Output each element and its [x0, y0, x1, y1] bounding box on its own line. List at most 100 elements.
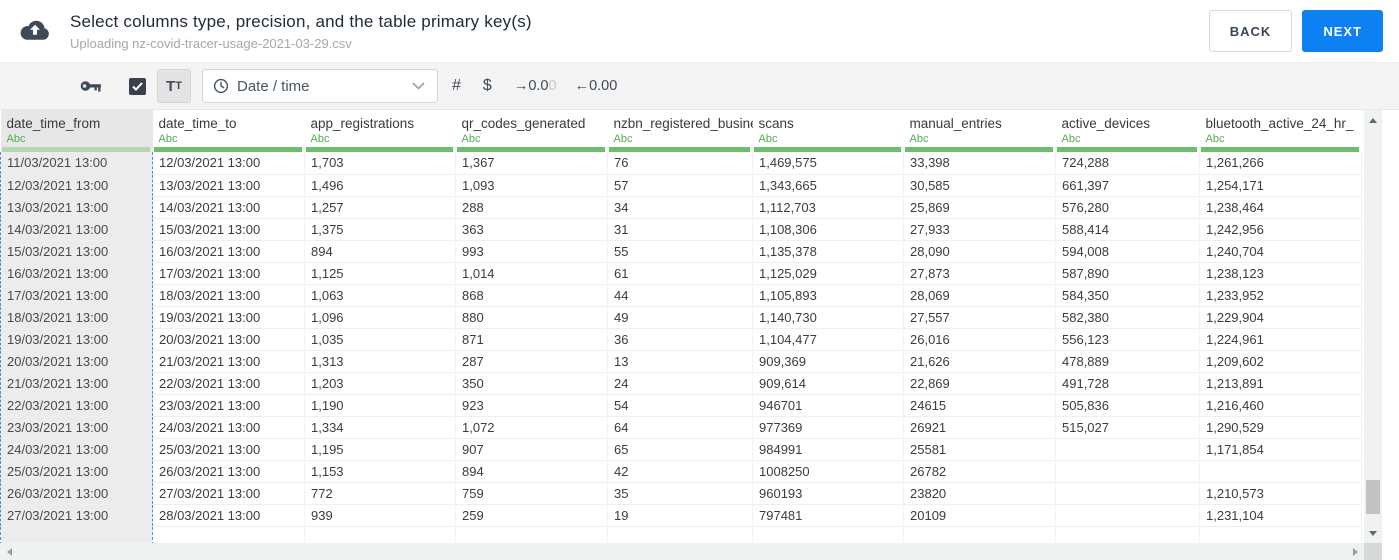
cell-date_time_from[interactable]: 21/03/2021 13:00	[0, 372, 153, 395]
cell-qr_codes_generated[interactable]: 1,014	[455, 262, 608, 285]
cell-nzbn_registered_busine[interactable]: 42	[607, 460, 753, 483]
cell-scans[interactable]: 909,369	[752, 350, 904, 373]
cell-date_time_to[interactable]: 18/03/2021 13:00	[152, 284, 305, 307]
primary-key-icon[interactable]	[80, 80, 103, 93]
cell-date_time_from[interactable]: 23/03/2021 13:00	[0, 416, 153, 439]
cell-bluetooth_active_24_hr_[interactable]: 1,238,123	[1199, 262, 1362, 285]
cell-active_devices[interactable]: 724,288	[1055, 152, 1200, 175]
column-type-dropdown[interactable]: Date / time	[202, 69, 438, 103]
cell-app_registrations[interactable]: 1,375	[304, 218, 456, 241]
cell-date_time_from[interactable]: 17/03/2021 13:00	[0, 284, 153, 307]
cell-qr_codes_generated[interactable]: 894	[455, 460, 608, 483]
scroll-right-arrow-icon[interactable]	[1347, 543, 1363, 560]
horizontal-scrollbar[interactable]	[0, 543, 1364, 560]
scroll-up-arrow-icon[interactable]	[1364, 112, 1382, 128]
cell-nzbn_registered_busine[interactable]: 49	[607, 306, 753, 329]
cell-date_time_to[interactable]: 12/03/2021 13:00	[152, 152, 305, 175]
cell-bluetooth_active_24_hr_[interactable]: 1,254,171	[1199, 174, 1362, 197]
cell-nzbn_registered_busine[interactable]: 57	[607, 174, 753, 197]
cell-app_registrations[interactable]: 1,125	[304, 262, 456, 285]
decimal-shift-left-button[interactable]: ←0.00	[575, 78, 618, 94]
cell-scans[interactable]: 977369	[752, 416, 904, 439]
cell-nzbn_registered_busine[interactable]: 44	[607, 284, 753, 307]
cell-bluetooth_active_24_hr_[interactable]: 1,231,104	[1199, 504, 1362, 527]
cell-date_time_to[interactable]: 15/03/2021 13:00	[152, 218, 305, 241]
cell-date_time_from[interactable]: 16/03/2021 13:00	[0, 262, 153, 285]
cell-manual_entries[interactable]: 20109	[903, 504, 1056, 527]
cell-date_time_to[interactable]: 13/03/2021 13:00	[152, 174, 305, 197]
number-type-button[interactable]: #	[452, 77, 461, 95]
cell-date_time_to[interactable]: 16/03/2021 13:00	[152, 240, 305, 263]
cell-nzbn_registered_busine[interactable]: 13	[607, 350, 753, 373]
cell-qr_codes_generated[interactable]: 350	[455, 372, 608, 395]
cell-scans[interactable]: 797481	[752, 504, 904, 527]
cell-date_time_from[interactable]: 19/03/2021 13:00	[0, 328, 153, 351]
cell-manual_entries[interactable]: 26782	[903, 460, 1056, 483]
cell-manual_entries[interactable]: 27,873	[903, 262, 1056, 285]
cell-bluetooth_active_24_hr_[interactable]: 1,210,573	[1199, 482, 1362, 505]
cell-manual_entries[interactable]: 27,557	[903, 306, 1056, 329]
cell-app_registrations[interactable]: 772	[304, 482, 456, 505]
cell-scans[interactable]: 1,105,893	[752, 284, 904, 307]
column-header-manual_entries[interactable]: manual_entries Abc	[904, 110, 1056, 152]
cell-qr_codes_generated[interactable]: 868	[455, 284, 608, 307]
cell-scans[interactable]: 1,112,703	[752, 196, 904, 219]
cell-manual_entries[interactable]: 21,626	[903, 350, 1056, 373]
cell-app_registrations[interactable]: 1,496	[304, 174, 456, 197]
cell-bluetooth_active_24_hr_[interactable]: 1,224,961	[1199, 328, 1362, 351]
cell-qr_codes_generated[interactable]: 1,072	[455, 416, 608, 439]
cell-date_time_from[interactable]: 18/03/2021 13:00	[0, 306, 153, 329]
cell-date_time_from[interactable]: 25/03/2021 13:00	[0, 460, 153, 483]
cell-date_time_to[interactable]: 23/03/2021 13:00	[152, 394, 305, 417]
cell-qr_codes_generated[interactable]: 1,367	[455, 152, 608, 175]
cell-active_devices[interactable]: 556,123	[1055, 328, 1200, 351]
cell-date_time_from[interactable]: 20/03/2021 13:00	[0, 350, 153, 373]
cell-date_time_to[interactable]: 24/03/2021 13:00	[152, 416, 305, 439]
cell-bluetooth_active_24_hr_[interactable]: 1,233,952	[1199, 284, 1362, 307]
cell-active_devices[interactable]: 661,397	[1055, 174, 1200, 197]
cell-date_time_from[interactable]: 14/03/2021 13:00	[0, 218, 153, 241]
cell-qr_codes_generated[interactable]: 923	[455, 394, 608, 417]
cell-nzbn_registered_busine[interactable]: 36	[607, 328, 753, 351]
cell-qr_codes_generated[interactable]: 871	[455, 328, 608, 351]
cell-manual_entries[interactable]: 26,016	[903, 328, 1056, 351]
cell-manual_entries[interactable]: 24615	[903, 394, 1056, 417]
cell-app_registrations[interactable]: 1,313	[304, 350, 456, 373]
column-header-active_devices[interactable]: active_devices Abc	[1056, 110, 1200, 152]
decimal-shift-right-button[interactable]: →0.00	[514, 78, 557, 94]
cell-date_time_to[interactable]: 22/03/2021 13:00	[152, 372, 305, 395]
cell-scans[interactable]: 1,469,575	[752, 152, 904, 175]
cell-app_registrations[interactable]: 1,035	[304, 328, 456, 351]
cell-qr_codes_generated[interactable]: 1,093	[455, 174, 608, 197]
cell-active_devices[interactable]: 478,889	[1055, 350, 1200, 373]
cell-app_registrations[interactable]: 1,334	[304, 416, 456, 439]
cell-active_devices[interactable]: 588,414	[1055, 218, 1200, 241]
cell-date_time_to[interactable]: 28/03/2021 13:00	[152, 504, 305, 527]
cell-manual_entries[interactable]: 22,869	[903, 372, 1056, 395]
cell-bluetooth_active_24_hr_[interactable]: 1,216,460	[1199, 394, 1362, 417]
cell-qr_codes_generated[interactable]: 880	[455, 306, 608, 329]
cell-active_devices[interactable]: 587,890	[1055, 262, 1200, 285]
cell-qr_codes_generated[interactable]: 363	[455, 218, 608, 241]
cell-date_time_to[interactable]: 17/03/2021 13:00	[152, 262, 305, 285]
cell-scans[interactable]: 1,140,730	[752, 306, 904, 329]
cell-active_devices[interactable]: 594,008	[1055, 240, 1200, 263]
cell-date_time_to[interactable]: 26/03/2021 13:00	[152, 460, 305, 483]
back-button[interactable]: BACK	[1208, 10, 1293, 52]
cell-qr_codes_generated[interactable]: 993	[455, 240, 608, 263]
cell-nzbn_registered_busine[interactable]: 19	[607, 504, 753, 527]
cell-active_devices[interactable]: 491,728	[1055, 372, 1200, 395]
column-header-date_time_from[interactable]: date_time_from Abc	[0, 110, 153, 152]
cell-scans[interactable]: 909,614	[752, 372, 904, 395]
cell-app_registrations[interactable]: 1,703	[304, 152, 456, 175]
cell-qr_codes_generated[interactable]: 288	[455, 196, 608, 219]
cell-active_devices[interactable]: 582,380	[1055, 306, 1200, 329]
column-header-qr_codes_generated[interactable]: qr_codes_generated Abc	[456, 110, 608, 152]
cell-manual_entries[interactable]: 28,090	[903, 240, 1056, 263]
currency-type-button[interactable]: $	[483, 77, 492, 95]
cell-app_registrations[interactable]: 939	[304, 504, 456, 527]
cell-active_devices[interactable]: 584,350	[1055, 284, 1200, 307]
cell-scans[interactable]: 1,104,477	[752, 328, 904, 351]
cell-bluetooth_active_24_hr_[interactable]: 1,290,529	[1199, 416, 1362, 439]
cell-scans[interactable]: 984991	[752, 438, 904, 461]
